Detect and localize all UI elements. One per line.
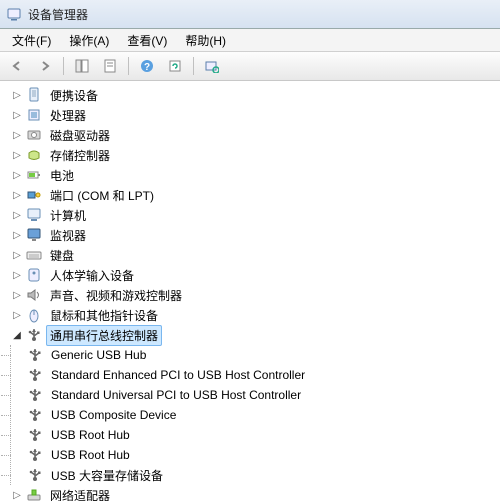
expand-toggle-icon[interactable]: ▷ <box>10 148 24 162</box>
tree-item-label: USB Root Hub <box>47 426 134 444</box>
network-icon <box>26 487 42 501</box>
expand-toggle-icon[interactable]: ▷ <box>10 288 24 302</box>
svg-text:?: ? <box>144 62 150 73</box>
tree-item[interactable]: ▷ 网络适配器 <box>10 485 500 501</box>
tree-item[interactable]: ▷ 鼠标和其他指针设备 <box>10 305 500 325</box>
tree-item[interactable]: ▷ 存储控制器 <box>10 145 500 165</box>
keyboard-icon <box>26 247 42 263</box>
toolbar: ? <box>0 52 500 81</box>
usb-icon <box>27 447 43 463</box>
tree-item-label: 人体学输入设备 <box>46 265 138 286</box>
tree-item-label: 计算机 <box>46 205 90 226</box>
hid-icon <box>26 267 42 283</box>
tree-item-label: 存储控制器 <box>46 145 114 166</box>
tree-item[interactable]: ▷ 人体学输入设备 <box>10 265 500 285</box>
tree-item-label: USB 大容量存储设备 <box>47 465 167 486</box>
expand-toggle-icon[interactable]: ▷ <box>10 88 24 102</box>
tree-item[interactable]: ▷Generic USB Hub <box>11 345 500 365</box>
menubar: 文件(F) 操作(A) 查看(V) 帮助(H) <box>0 29 500 52</box>
back-button[interactable] <box>4 54 30 78</box>
tree-item[interactable]: ▷ 电池 <box>10 165 500 185</box>
device-manager-window: 设备管理器 文件(F) 操作(A) 查看(V) 帮助(H) ? ▷ 便携设备 ▷ 处理… <box>0 0 500 501</box>
expand-toggle-icon[interactable]: ▷ <box>10 268 24 282</box>
tree-item-label: 键盘 <box>46 245 78 266</box>
tree-pane[interactable]: ▷便携设备▷处理器▷磁盘驱动器▷存储控制器▷电池▷端口 (COM 和 LPT)▷… <box>0 81 500 501</box>
tree-item-label: Standard Universal PCI to USB Host Contr… <box>47 386 305 404</box>
usb-icon <box>27 427 43 443</box>
expand-toggle-icon[interactable]: ▷ <box>10 488 24 501</box>
portable-icon <box>26 87 42 103</box>
usb-icon <box>27 387 43 403</box>
expand-toggle-icon[interactable]: ▷ <box>10 168 24 182</box>
tree-item-label: 鼠标和其他指针设备 <box>46 305 162 326</box>
tree-item-label: Standard Enhanced PCI to USB Host Contro… <box>47 366 309 384</box>
tree-item-label: 磁盘驱动器 <box>46 125 114 146</box>
expand-toggle-icon[interactable]: ▷ <box>10 308 24 322</box>
tree-item[interactable]: ▷Standard Universal PCI to USB Host Cont… <box>11 385 500 405</box>
tree-item[interactable]: ▷USB Root Hub <box>11 445 500 465</box>
toolbar-sep <box>63 57 64 75</box>
storage-icon <box>26 147 42 163</box>
tree-item-label: 处理器 <box>46 105 90 126</box>
toolbar-sep <box>128 57 129 75</box>
battery-icon <box>26 167 42 183</box>
tree-item-label: 声音、视频和游戏控制器 <box>46 285 186 306</box>
usb-icon <box>27 467 43 483</box>
tree-item-label: 通用串行总线控制器 <box>46 325 162 346</box>
refresh-button[interactable] <box>162 54 188 78</box>
mouse-icon <box>26 307 42 323</box>
tree-item[interactable]: ▷Standard Enhanced PCI to USB Host Contr… <box>11 365 500 385</box>
expand-toggle-icon[interactable]: ▷ <box>10 188 24 202</box>
usb-icon <box>27 407 43 423</box>
tree-item[interactable]: ▷ 便携设备 <box>10 85 500 105</box>
tree-item-label: 监视器 <box>46 225 90 246</box>
tree-item-label: Generic USB Hub <box>47 346 150 364</box>
window-title: 设备管理器 <box>28 6 88 23</box>
menu-help[interactable]: 帮助(H) <box>177 30 234 51</box>
expand-toggle-icon[interactable]: ▷ <box>10 108 24 122</box>
tree-item[interactable]: ▷ 键盘 <box>10 245 500 265</box>
titlebar[interactable]: 设备管理器 <box>0 0 500 29</box>
cpu-icon <box>26 107 42 123</box>
tree-item[interactable]: ▷USB Root Hub <box>11 425 500 445</box>
app-icon <box>6 6 22 22</box>
menu-action[interactable]: 操作(A) <box>61 30 117 51</box>
usb-icon <box>27 347 43 363</box>
computer-icon <box>26 207 42 223</box>
toolbar-sep <box>193 57 194 75</box>
menu-view[interactable]: 查看(V) <box>119 30 175 51</box>
tree-item[interactable]: ▷ 磁盘驱动器 <box>10 125 500 145</box>
menu-file[interactable]: 文件(F) <box>4 30 59 51</box>
tree-item[interactable]: ▷ 监视器 <box>10 225 500 245</box>
usb-icon <box>27 367 43 383</box>
sound-icon <box>26 287 42 303</box>
tree-item-label: 便携设备 <box>46 85 102 106</box>
tree-item[interactable]: ◢ 通用串行总线控制器 <box>10 325 500 345</box>
expand-toggle-icon[interactable]: ▷ <box>10 208 24 222</box>
tree-item[interactable]: ▷ 端口 (COM 和 LPT) <box>10 185 500 205</box>
tree-item-label: USB Composite Device <box>47 406 180 424</box>
tree-item[interactable]: ▷ 声音、视频和游戏控制器 <box>10 285 500 305</box>
tree-item[interactable]: ▷ 处理器 <box>10 105 500 125</box>
tree-item-label: 网络适配器 <box>46 485 114 501</box>
expand-toggle-icon[interactable]: ▷ <box>10 248 24 262</box>
tree-item[interactable]: ▷ 计算机 <box>10 205 500 225</box>
tree-item-label: USB Root Hub <box>47 446 134 464</box>
port-icon <box>26 187 42 203</box>
expand-toggle-icon[interactable]: ▷ <box>10 228 24 242</box>
properties-button[interactable] <box>97 54 123 78</box>
tree-item[interactable]: ▷USB 大容量存储设备 <box>11 465 500 485</box>
scan-button[interactable] <box>199 54 225 78</box>
collapse-toggle-icon[interactable]: ◢ <box>10 328 24 342</box>
forward-button[interactable] <box>32 54 58 78</box>
tree-item-label: 端口 (COM 和 LPT) <box>46 185 158 206</box>
help-button[interactable]: ? <box>134 54 160 78</box>
tree-item[interactable]: ▷USB Composite Device <box>11 405 500 425</box>
expand-toggle-icon[interactable]: ▷ <box>10 128 24 142</box>
monitor-icon <box>26 227 42 243</box>
show-console-button[interactable] <box>69 54 95 78</box>
disk-icon <box>26 127 42 143</box>
tree-item-label: 电池 <box>46 165 78 186</box>
usb-icon <box>26 327 42 343</box>
